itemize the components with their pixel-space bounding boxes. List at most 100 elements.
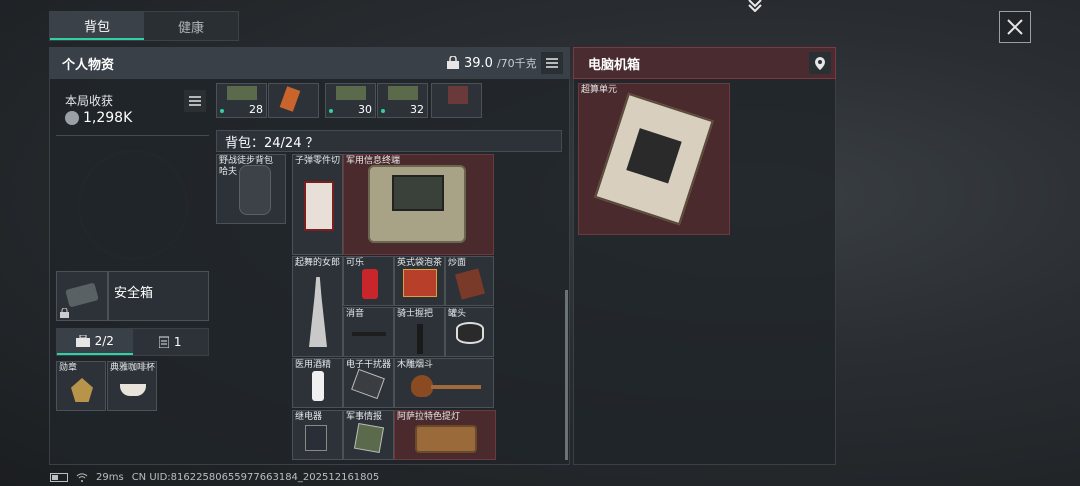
coin-icon: [65, 111, 79, 125]
ammo-box-icon: [388, 86, 418, 100]
clipboard-icon: [158, 336, 169, 348]
lock-icon: [60, 308, 69, 318]
cola-can-icon: [362, 269, 378, 299]
weight-indicator: 39.0 /70千克: [446, 52, 563, 74]
inventory-slot[interactable]: [268, 83, 319, 118]
item-label: 消音: [346, 309, 365, 319]
inventory-slot[interactable]: 骑士握把: [394, 307, 445, 357]
briefcase-icon: [75, 335, 90, 347]
tab-health[interactable]: 健康: [144, 12, 238, 40]
safe-box-icon: [65, 282, 99, 308]
item-label: 骑士握把: [397, 309, 434, 319]
backpack-scrollbar[interactable]: [565, 290, 568, 460]
inventory-slot[interactable]: 军事情报: [343, 410, 394, 460]
medal-slot[interactable]: 勋章: [56, 361, 106, 411]
inventory-slot[interactable]: 阿萨拉特色提灯: [394, 410, 496, 460]
item-label: 子弹零件切: [295, 156, 341, 166]
intel-folder-icon: [353, 422, 385, 454]
main-tabs: 背包 健康: [49, 11, 239, 41]
weight-value: 39.0: [464, 55, 493, 71]
inventory-slot[interactable]: 继电器: [292, 410, 343, 460]
weight-max: /70千克: [496, 57, 537, 70]
lantern-icon: [415, 425, 477, 453]
jammer-icon: [351, 368, 385, 400]
tab-backpack[interactable]: 背包: [50, 12, 144, 40]
inventory-slot[interactable]: 30: [325, 83, 376, 118]
special-slot-tabs: 2/2 1: [56, 328, 209, 356]
item-count: 30: [358, 103, 372, 116]
item-label: 英式袋泡茶: [397, 258, 443, 268]
safe-box-slot[interactable]: [56, 271, 108, 321]
item-label: 阿萨拉特色提灯: [397, 412, 461, 422]
item-label: 炒面: [448, 258, 467, 268]
item-label: 医用酒精: [295, 360, 332, 370]
weight-icon: [447, 56, 459, 69]
item-label: 木雕烟斗: [397, 360, 434, 370]
pipe-bowl-icon: [411, 375, 433, 397]
item-label: 军事情报: [346, 412, 383, 422]
item-label: 起舞的女郎: [295, 258, 341, 268]
item-label: 电子干扰器: [346, 360, 392, 370]
uid-text: CN UID:816225806559776631​84_20251216180…: [131, 472, 380, 483]
inventory-slot[interactable]: 罐头: [445, 307, 494, 357]
round-harvest: 本局收获 1,298K: [56, 84, 209, 136]
playing-card-icon: [304, 181, 334, 231]
inventory-slot[interactable]: [431, 83, 482, 118]
inventory-slot[interactable]: 医用酒精: [292, 358, 343, 408]
ping-value: 29ms: [96, 472, 124, 483]
bag-sublabel: 哈夫: [219, 167, 238, 177]
location-button[interactable]: [809, 52, 831, 74]
tea-box-icon: [403, 269, 437, 297]
suppressor-icon: [352, 332, 386, 336]
status-dot: [381, 109, 385, 113]
inventory-slot[interactable]: 电子干扰器: [343, 358, 394, 408]
inventory-slot[interactable]: 木雕烟斗: [394, 358, 494, 408]
inventory-slot[interactable]: 32: [377, 83, 428, 118]
clipboard-count: 1: [173, 335, 182, 349]
location-pin-icon: [815, 56, 825, 70]
battery-icon: [50, 473, 68, 482]
tab-special-case[interactable]: 2/2: [57, 329, 133, 355]
military-terminal-icon: [368, 165, 466, 243]
harvest-value: 1,298K: [83, 110, 133, 126]
inventory-slot[interactable]: 炒面: [445, 256, 494, 306]
inventory-slot[interactable]: 28: [216, 83, 267, 118]
tab-clipboard[interactable]: 1: [132, 329, 208, 355]
wifi-icon: [76, 473, 88, 482]
panel-title: 电脑机箱: [588, 57, 641, 73]
inventory-slot[interactable]: 英式袋泡茶: [394, 256, 445, 306]
inventory-slot[interactable]: 消音: [343, 307, 394, 357]
pc-case-header: 电脑机箱: [573, 47, 836, 79]
sort-list-button[interactable]: [540, 52, 563, 74]
container-item-slot[interactable]: 超算单元: [578, 83, 730, 235]
item-label: 超算单元: [581, 85, 618, 95]
backpack-capacity[interactable]: 背包：24/24 ？: [216, 130, 562, 152]
close-icon: [1007, 19, 1023, 35]
inventory-slot[interactable]: 起舞的女郎: [292, 256, 343, 357]
status-dot: [220, 109, 224, 113]
pipe-stem-icon: [431, 385, 481, 389]
medal-icon: [71, 378, 93, 402]
canned-food-icon: [456, 322, 484, 344]
panel-title: 个人物资: [62, 57, 115, 73]
inventory-slot[interactable]: 可乐: [343, 256, 394, 306]
item-label: 继电器: [295, 412, 323, 422]
cursor-icon: [748, 0, 762, 12]
chip-icon: [626, 128, 682, 184]
close-button[interactable]: [999, 11, 1031, 43]
item-label: 可乐: [346, 258, 365, 268]
backpack-icon: [239, 165, 271, 215]
item-label: 典雅咖啡杯: [110, 363, 156, 373]
harvest-list-button[interactable]: [184, 90, 206, 112]
item-count: 28: [249, 103, 263, 116]
supercomputer-unit-icon: [594, 92, 714, 226]
item-icon: [448, 86, 468, 104]
inventory-slot[interactable]: 子弹零件切: [292, 154, 343, 255]
coffee-cup-slot[interactable]: 典雅咖啡杯: [107, 361, 157, 411]
backpack-equipment-slot[interactable]: 野战徒步背包 哈夫: [216, 154, 286, 224]
item-count: 32: [410, 103, 424, 116]
alcohol-bottle-icon: [312, 371, 324, 401]
special-case-count: 2/2: [94, 334, 114, 348]
inventory-slot[interactable]: 军用信息终端: [343, 154, 494, 255]
safe-box-label-area: 安全箱: [108, 271, 209, 321]
